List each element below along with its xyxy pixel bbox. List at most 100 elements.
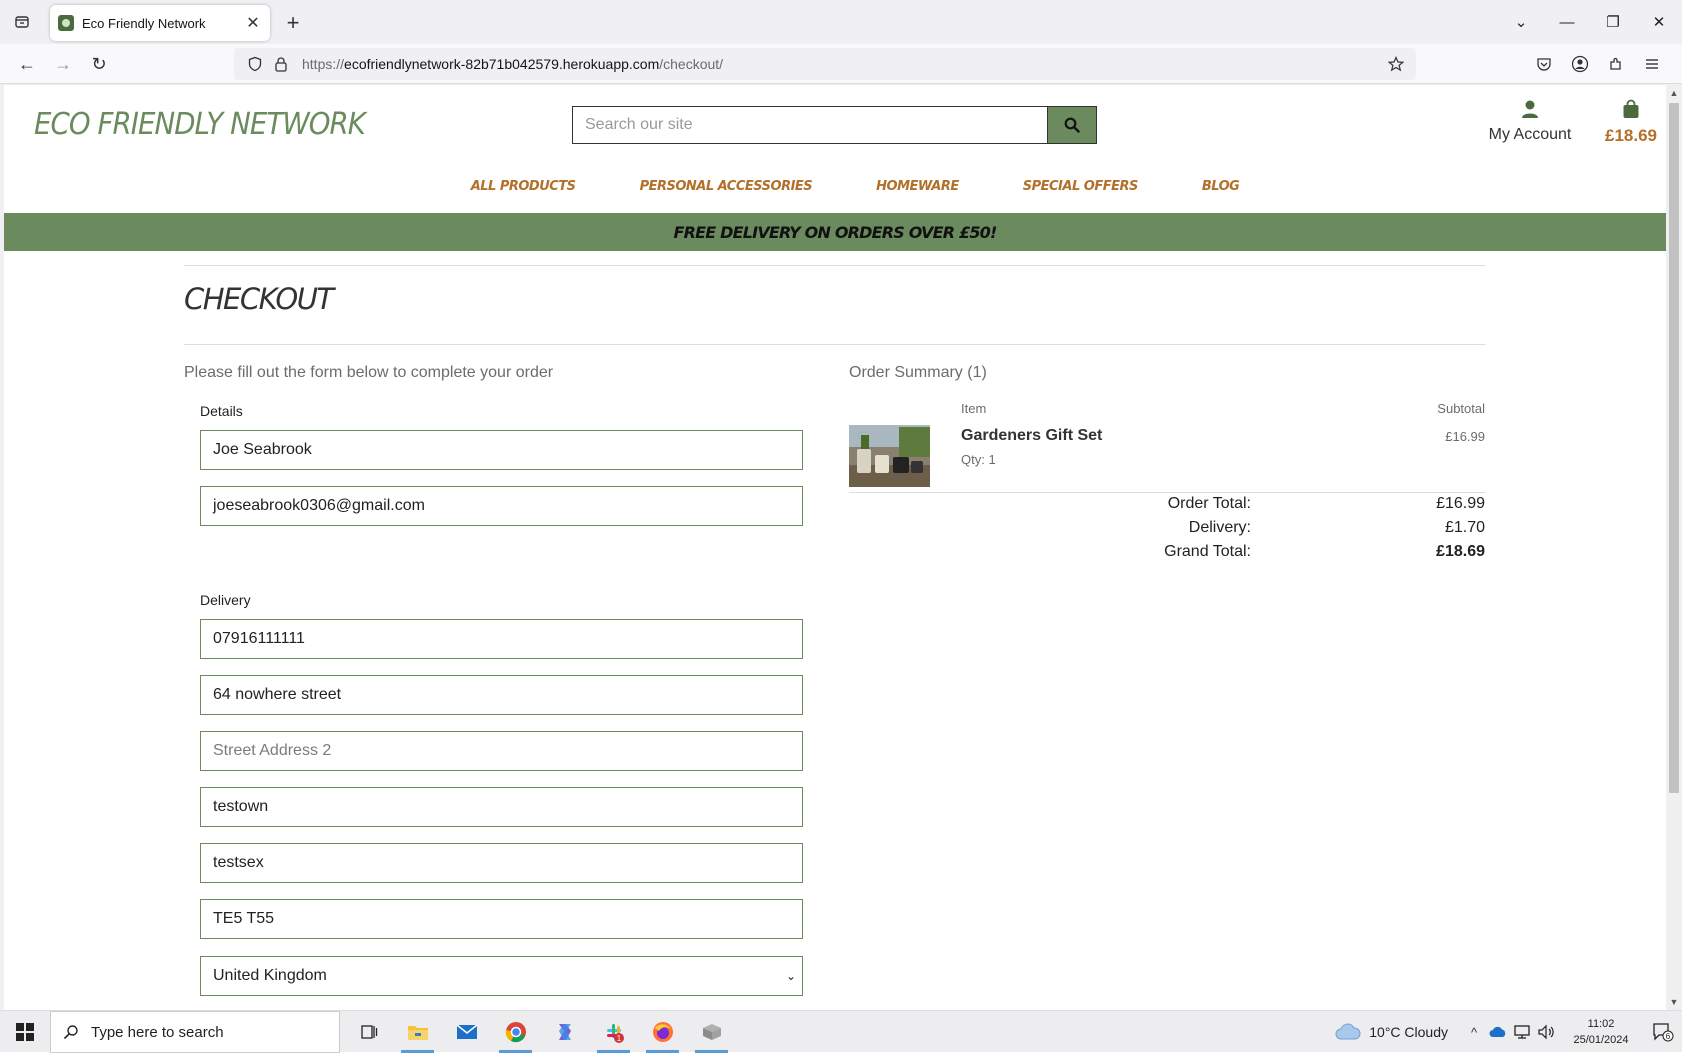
close-tab-icon[interactable]: ✕ <box>244 14 262 32</box>
clock-date: 25/01/2024 <box>1573 1034 1629 1046</box>
product-quantity: Qty: 1 <box>961 452 996 467</box>
divider <box>184 265 1485 266</box>
app-icon[interactable] <box>687 1011 736 1053</box>
browser-tab[interactable]: Eco Friendly Network ✕ <box>50 5 270 41</box>
grand-total-label: Grand Total: <box>1164 543 1251 560</box>
town-field[interactable]: testown <box>200 787 803 827</box>
order-total-label: Order Total: <box>1167 495 1251 512</box>
form-intro-text: Please fill out the form below to comple… <box>184 364 554 381</box>
product-image <box>849 425 930 487</box>
shopping-bag-icon <box>1623 99 1639 118</box>
street-address-2-field[interactable]: Street Address 2 <box>200 731 803 771</box>
notifications-button[interactable]: 6 <box>1644 1011 1682 1053</box>
slack-icon[interactable]: 1 <box>589 1011 638 1053</box>
lock-icon[interactable] <box>268 51 294 77</box>
banner-text: FREE DELIVERY ON ORDERS OVER £50! <box>673 222 998 242</box>
item-column-header: Item <box>961 401 987 416</box>
details-legend: Details <box>200 403 243 419</box>
subtotal-column-header: Subtotal <box>1437 401 1485 416</box>
site-logo[interactable]: ECO FRIENDLY NETWORK <box>34 107 366 142</box>
page-scrollbar[interactable]: ▲ ▼ <box>1666 85 1682 1010</box>
phone-number-field[interactable]: 07916111111 <box>200 619 803 659</box>
street-address-1-field[interactable]: 64 nowhere street <box>200 675 803 715</box>
bag-total: £18.69 <box>1605 126 1657 145</box>
nav-special-offers[interactable]: SPECIAL OFFERS <box>1023 175 1139 205</box>
scrollbar-thumb[interactable] <box>1669 103 1679 793</box>
account-circle-icon[interactable] <box>1562 50 1598 78</box>
firefox-icon[interactable] <box>638 1011 687 1053</box>
tab-title: Eco Friendly Network <box>82 15 206 31</box>
tab-list-icon[interactable] <box>8 10 36 34</box>
list-all-tabs-icon[interactable]: ⌄ <box>1498 0 1544 44</box>
task-view-icon[interactable] <box>344 1011 393 1053</box>
new-tab-icon[interactable]: + <box>280 10 306 36</box>
user-icon <box>1522 100 1538 118</box>
nav-all-products[interactable]: ALL PRODUCTS <box>471 175 576 205</box>
network-icon[interactable] <box>1510 1011 1534 1053</box>
tab-strip: Eco Friendly Network ✕ + ⌄ — ❐ ✕ <box>0 0 1682 44</box>
shopping-bag-link[interactable]: £18.69 <box>1596 99 1666 146</box>
shield-icon[interactable] <box>242 51 268 77</box>
taskbar-search-box[interactable]: Type here to search <box>50 1011 340 1053</box>
onedrive-icon[interactable] <box>1486 1011 1510 1053</box>
back-icon[interactable]: ← <box>12 50 42 78</box>
file-explorer-icon[interactable] <box>393 1011 442 1053</box>
windows-taskbar: Type here to search 1 10°C Cloudy ^ 11:0… <box>0 1010 1682 1053</box>
weather-widget[interactable]: 10°C Cloudy <box>1335 1023 1448 1041</box>
search-input[interactable] <box>572 106 1047 144</box>
my-account-link[interactable]: My Account <box>1484 99 1576 144</box>
delivery-banner: FREE DELIVERY ON ORDERS OVER £50! <box>4 213 1666 251</box>
weather-text: 10°C Cloudy <box>1369 1024 1448 1040</box>
country-select[interactable]: United Kingdom ⌄ <box>200 956 803 996</box>
bookmark-star-icon[interactable] <box>1384 52 1408 76</box>
windows-logo-icon <box>16 1023 34 1041</box>
url-text[interactable]: https://ecofriendlynetwork-82b71b042579.… <box>302 56 723 72</box>
extensions-icon[interactable] <box>1598 50 1634 78</box>
divider <box>849 492 1485 493</box>
page-title: CHECKOUT <box>184 282 334 316</box>
county-field[interactable]: testsex <box>200 843 803 883</box>
site-favicon-icon <box>58 15 74 31</box>
mail-icon[interactable] <box>442 1011 491 1053</box>
taskbar-clock[interactable]: 11:02 25/01/2024 <box>1564 1016 1638 1048</box>
start-button[interactable] <box>0 1011 50 1053</box>
minimize-icon[interactable]: — <box>1544 0 1590 44</box>
full-name-field[interactable]: Joe Seabrook <box>200 430 803 470</box>
slack-badge: 1 <box>616 1034 621 1043</box>
scroll-up-icon[interactable]: ▲ <box>1666 85 1682 101</box>
nav-personal-accessories[interactable]: PERSONAL ACCESSORIES <box>640 175 813 205</box>
delivery-legend: Delivery <box>200 592 251 608</box>
chevron-up-icon[interactable]: ^ <box>1462 1011 1486 1053</box>
order-summary-title: Order Summary (1) <box>849 364 987 381</box>
volume-icon[interactable] <box>1534 1011 1558 1053</box>
taskbar-search-text: Type here to search <box>91 1023 224 1041</box>
web-page: ECO FRIENDLY NETWORK My Account £18.69 A… <box>4 85 1666 1010</box>
postcode-field[interactable]: TE5 T55 <box>200 899 803 939</box>
email-field[interactable]: joeseabrook0306@gmail.com <box>200 486 803 526</box>
search-icon <box>63 1025 78 1040</box>
product-subtotal: £16.99 <box>1445 429 1485 444</box>
reload-icon[interactable]: ↻ <box>84 50 114 78</box>
site-search <box>572 106 1101 144</box>
delivery-cost-value: £1.70 <box>1444 519 1485 536</box>
scroll-down-icon[interactable]: ▼ <box>1666 994 1682 1010</box>
close-window-icon[interactable]: ✕ <box>1636 0 1682 44</box>
restore-icon[interactable]: ❐ <box>1590 0 1636 44</box>
nav-blog[interactable]: BLOG <box>1202 175 1240 205</box>
nav-homeware[interactable]: HOMEWARE <box>876 175 959 205</box>
grand-total-value: £18.69 <box>1436 543 1485 560</box>
copilot-icon[interactable] <box>540 1011 589 1053</box>
main-navigation: ALL PRODUCTS PERSONAL ACCESSORIES HOMEWA… <box>4 175 1666 205</box>
pocket-icon[interactable] <box>1526 50 1562 78</box>
notification-icon: 6 <box>1653 1023 1674 1042</box>
forward-icon[interactable]: → <box>48 50 78 78</box>
chevron-down-icon: ⌄ <box>785 969 796 983</box>
divider <box>184 344 1485 345</box>
my-account-label: My Account <box>1488 126 1572 143</box>
search-icon <box>1064 117 1080 133</box>
url-bar[interactable]: https://ecofriendlynetwork-82b71b042579.… <box>234 48 1416 80</box>
app-menu-icon[interactable] <box>1634 50 1670 78</box>
chrome-icon[interactable] <box>491 1011 540 1053</box>
navigation-toolbar: ← → ↻ https://ecofriendlynetwork-82b71b0… <box>0 44 1682 84</box>
search-button[interactable] <box>1047 106 1097 144</box>
